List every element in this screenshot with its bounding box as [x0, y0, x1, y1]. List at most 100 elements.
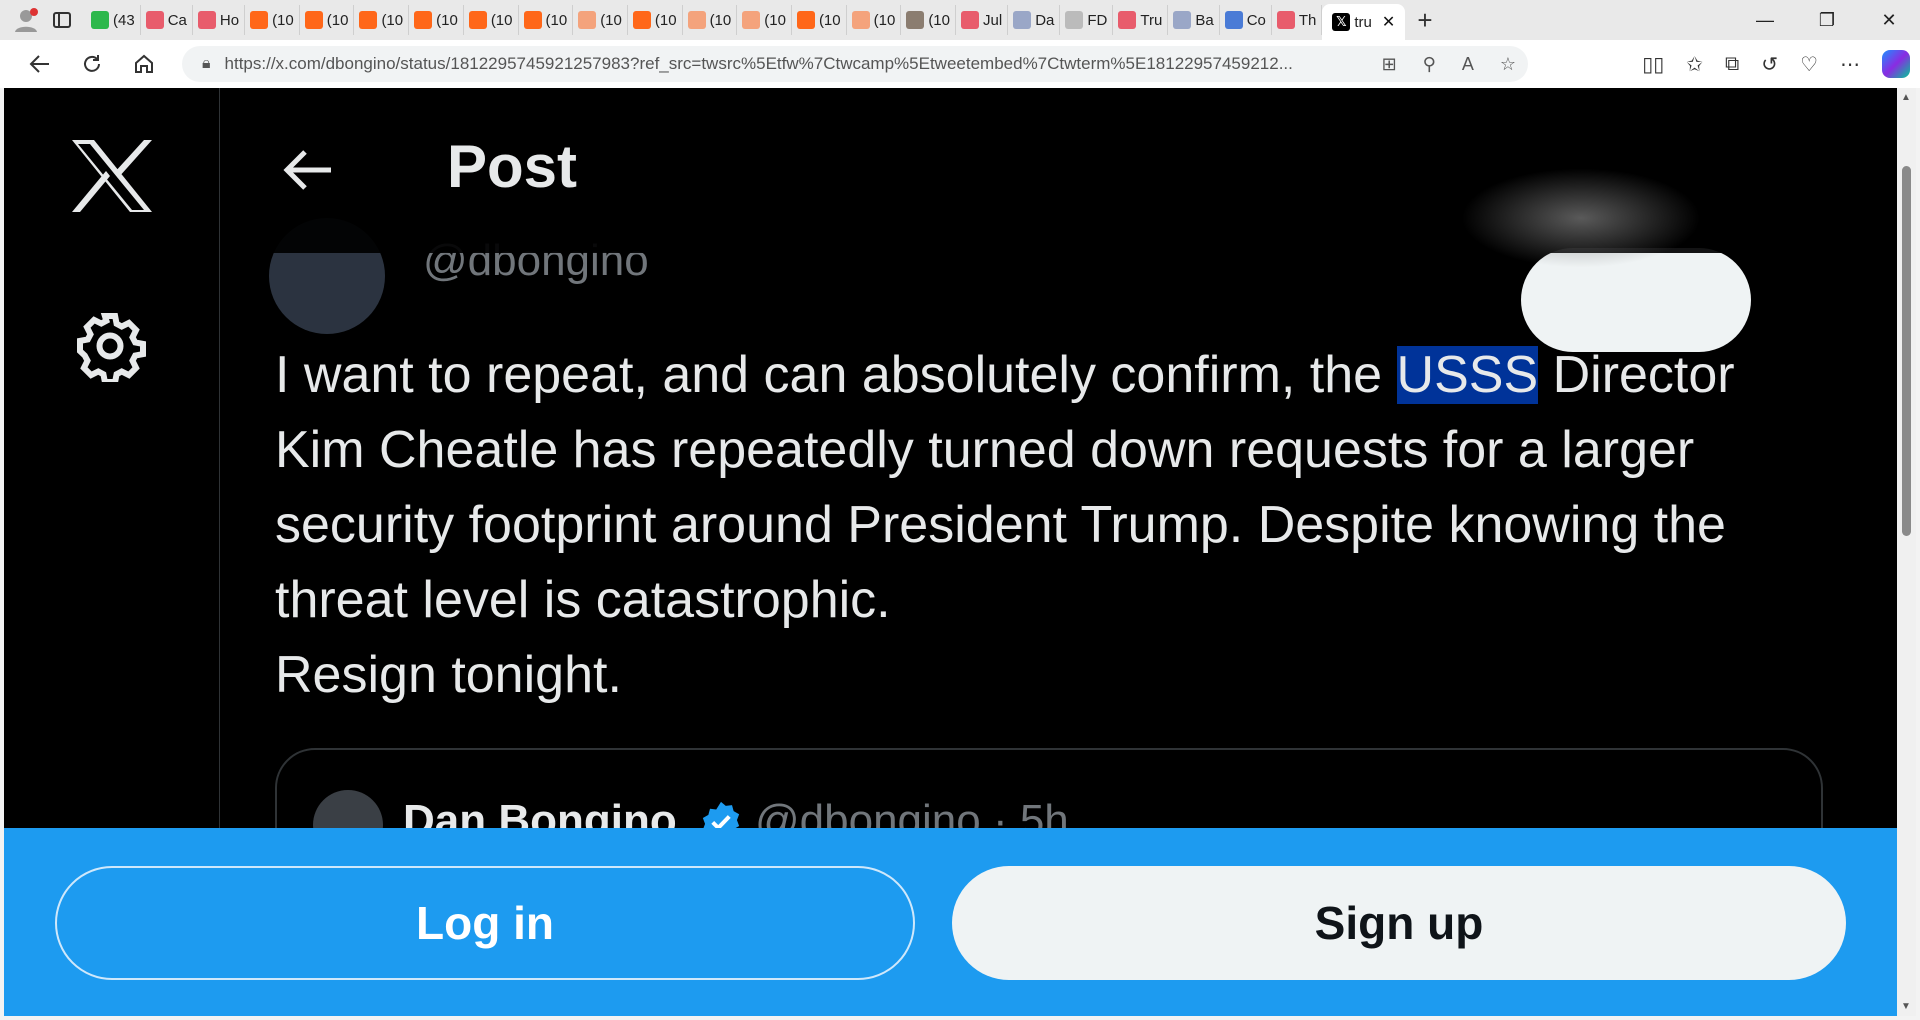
- tab-favicon-icon: [1065, 11, 1084, 29]
- tab-label: (10: [873, 11, 896, 29]
- tab[interactable]: (10: [683, 5, 738, 35]
- tab[interactable]: Ca: [141, 5, 193, 35]
- tab-label: FD: [1087, 11, 1108, 29]
- tab-label: (10: [654, 11, 677, 29]
- login-signup-bar: Log in Sign up: [4, 828, 1897, 1016]
- tab-favicon-icon: [197, 11, 216, 29]
- login-button[interactable]: Log in: [55, 866, 915, 980]
- tab-label: (10: [326, 11, 349, 29]
- app-available-icon[interactable]: ⊞: [1382, 54, 1397, 75]
- url-text[interactable]: https://x.com/dbongino/status/1812295745…: [225, 54, 1345, 74]
- tab[interactable]: (43: [86, 5, 141, 35]
- scroll-up-icon[interactable]: ▲: [1901, 92, 1911, 103]
- tab-favicon-icon: [1118, 11, 1137, 29]
- tab-label: (10: [272, 11, 294, 29]
- tab-label: (10: [381, 11, 404, 29]
- tab[interactable]: Jul: [956, 5, 1009, 35]
- post-body: I want to repeat, and can absolutely con…: [275, 338, 1835, 713]
- history-icon[interactable]: ↺: [1761, 52, 1778, 77]
- lock-icon[interactable]: 🔒︎: [202, 55, 211, 73]
- tab-favicon-icon: [1173, 11, 1192, 29]
- tab-favicon-icon: [687, 11, 706, 29]
- tab-favicon-icon: [906, 11, 925, 29]
- tab[interactable]: (10: [300, 5, 355, 35]
- tab[interactable]: Ba: [1168, 5, 1220, 35]
- new-tab-button[interactable]: +: [1417, 5, 1432, 36]
- tab[interactable]: (10: [792, 5, 847, 35]
- close-tab-icon[interactable]: ✕: [1382, 12, 1395, 32]
- tab[interactable]: FD: [1060, 5, 1114, 35]
- tab-label: (10: [436, 11, 458, 29]
- gear-icon[interactable]: [74, 310, 146, 382]
- minimize-button[interactable]: —: [1734, 0, 1796, 40]
- tab[interactable]: (10: [245, 5, 300, 35]
- tab-strip: (43 Ca Ho (10 (10 (10 (10 (10 (10 (10 (10 (10 (10 (10…: [0, 0, 1920, 40]
- x-logo-icon: 𝕏: [1332, 13, 1351, 31]
- zoom-icon[interactable]: ⚲: [1423, 54, 1436, 75]
- copilot-icon[interactable]: [1882, 50, 1910, 78]
- tab-label: (43: [113, 11, 135, 29]
- tab[interactable]: Tru: [1113, 5, 1169, 35]
- tab-favicon-icon: [145, 11, 164, 29]
- tab-favicon-icon: [523, 11, 542, 29]
- home-button[interactable]: [118, 44, 170, 84]
- tab-favicon-icon: [796, 11, 815, 29]
- tab-favicon-icon: [468, 11, 487, 29]
- tab[interactable]: (10: [737, 5, 792, 35]
- tab-label: (10: [818, 11, 841, 29]
- tab-favicon-icon: [304, 11, 323, 29]
- refresh-button[interactable]: [66, 44, 118, 84]
- collections-icon[interactable]: ⧉: [1725, 53, 1739, 76]
- tab-actions-icon[interactable]: [44, 2, 80, 38]
- tab[interactable]: (10: [628, 5, 683, 35]
- profile-icon[interactable]: [8, 2, 44, 38]
- back-arrow-icon[interactable]: [281, 148, 333, 192]
- tab[interactable]: (10: [519, 5, 574, 35]
- address-bar[interactable]: 🔒︎ https://x.com/dbongino/status/1812295…: [182, 46, 1528, 82]
- tab-label: (10: [928, 11, 950, 29]
- tab-label: (10: [709, 11, 732, 29]
- tab-label: Ho: [219, 11, 240, 29]
- post-text-before: I want to repeat, and can absolutely con…: [275, 346, 1397, 404]
- signup-button[interactable]: Sign up: [952, 866, 1846, 980]
- navigation-bar: 🔒︎ https://x.com/dbongino/status/1812295…: [0, 40, 1920, 88]
- restore-button[interactable]: ❐: [1796, 0, 1858, 40]
- tab-favicon-icon: [742, 11, 761, 29]
- scroll-thumb[interactable]: [1902, 166, 1911, 536]
- page-viewport: Post @dbongino I want to repeat, and can…: [4, 88, 1897, 1016]
- browser-essentials-icon[interactable]: ♡: [1800, 52, 1818, 77]
- x-logo-icon[interactable]: [70, 138, 154, 214]
- tab[interactable]: (10: [901, 5, 956, 35]
- tab-favicon-icon: [961, 11, 979, 29]
- tab-favicon-icon: [414, 11, 433, 29]
- scroll-down-icon[interactable]: ▼: [1901, 1001, 1911, 1012]
- read-aloud-icon[interactable]: A: [1462, 54, 1474, 75]
- favorites-icon[interactable]: ✩: [1686, 52, 1703, 77]
- tab[interactable]: (10: [464, 5, 519, 35]
- window-controls: — ❐ ✕: [1734, 0, 1920, 40]
- split-screen-icon[interactable]: ▯▯: [1642, 52, 1664, 77]
- close-window-button[interactable]: ✕: [1858, 0, 1920, 40]
- tab-list: (43 Ca Ho (10 (10 (10 (10 (10 (10 (10 (10 (10 (10 (10…: [86, 0, 1323, 40]
- tab-label: Jul: [983, 11, 1003, 29]
- tab-label: Ca: [167, 11, 187, 29]
- page-scrollbar[interactable]: ▲ ▼: [1897, 88, 1916, 1016]
- favorite-star-icon[interactable]: ☆: [1500, 54, 1516, 75]
- tab[interactable]: (10: [354, 5, 410, 35]
- more-menu-icon[interactable]: ⋯: [1840, 52, 1860, 77]
- tab[interactable]: Co: [1220, 5, 1272, 35]
- tab[interactable]: Ho: [193, 5, 246, 35]
- tab[interactable]: Da: [1008, 5, 1061, 35]
- tab-label: Da: [1035, 11, 1055, 29]
- back-button[interactable]: [14, 44, 66, 84]
- tab-label: (10: [490, 11, 513, 29]
- tab-favicon-icon: [1276, 11, 1295, 29]
- tab-active[interactable]: 𝕏 tru ✕: [1322, 4, 1406, 40]
- tab[interactable]: (10: [847, 5, 902, 35]
- tab-label: Ba: [1195, 11, 1214, 29]
- tab[interactable]: (10: [573, 5, 628, 35]
- tab[interactable]: Th: [1272, 5, 1323, 35]
- tab[interactable]: (10: [409, 5, 464, 35]
- post-text-line2: Resign tonight.: [275, 646, 622, 704]
- tab-label: Th: [1298, 11, 1317, 29]
